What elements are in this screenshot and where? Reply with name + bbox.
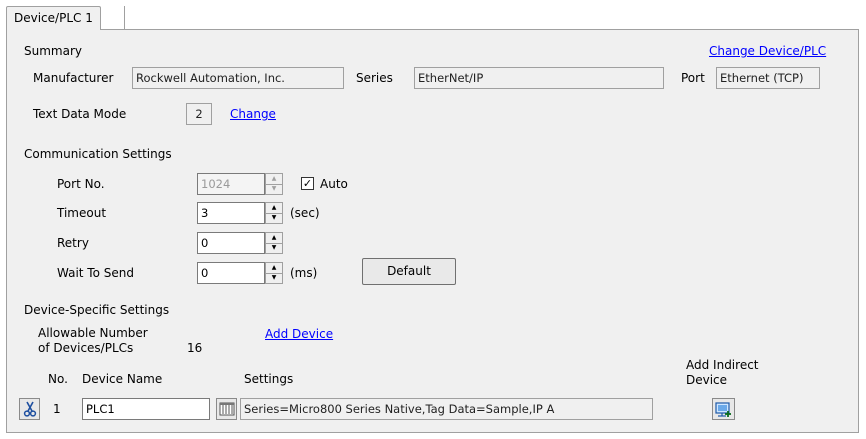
timeout-unit: (sec): [290, 206, 320, 220]
text-data-mode-change-link[interactable]: Change: [230, 107, 276, 121]
summary-heading: Summary: [24, 44, 82, 58]
wait-to-send-input[interactable]: 0: [197, 262, 265, 284]
wait-to-send-label: Wait To Send: [57, 266, 134, 280]
retry-stepper[interactable]: ▲ ▼: [265, 232, 283, 254]
tab-label: Device/PLC 1: [14, 11, 93, 25]
port-label: Port: [681, 71, 705, 85]
delete-device-button[interactable]: [19, 398, 40, 420]
change-device-plc-link[interactable]: Change Device/PLC: [709, 44, 826, 58]
port-no-label: Port No.: [57, 177, 105, 191]
chevron-down-icon: ▼: [266, 242, 282, 254]
text-data-mode-field: 2: [186, 103, 212, 125]
port-no-input[interactable]: 1024: [197, 173, 265, 195]
chevron-up-icon: ▲: [271, 233, 277, 241]
timeout-label: Timeout: [57, 206, 107, 220]
wait-to-send-stepper[interactable]: ▲ ▼: [265, 262, 283, 284]
wait-to-send-unit: (ms): [290, 266, 318, 280]
column-header-settings: Settings: [244, 372, 294, 386]
timeout-stepper[interactable]: ▲ ▼: [265, 202, 283, 224]
manufacturer-field: Rockwell Automation, Inc.: [132, 67, 344, 89]
device-row-number: 1: [53, 402, 61, 416]
series-label: Series: [356, 71, 393, 85]
add-device-link[interactable]: Add Device: [265, 327, 333, 341]
allowable-number-line2: of Devices/PLCs: [38, 341, 134, 355]
device-settings-field: Series=Micro800 Series Native,Tag Data=S…: [240, 398, 653, 420]
port-no-stepper[interactable]: ▲ ▼: [265, 173, 283, 195]
auto-checkbox[interactable]: ✓: [301, 177, 314, 190]
default-button[interactable]: Default: [362, 258, 456, 285]
retry-input[interactable]: 0: [197, 232, 265, 254]
device-settings-button[interactable]: [216, 398, 237, 420]
timeout-input[interactable]: 3: [197, 202, 265, 224]
retry-label: Retry: [57, 236, 89, 250]
series-field: EtherNet/IP: [414, 67, 664, 89]
chevron-up-icon: ▲: [271, 203, 277, 211]
chevron-down-icon: ▼: [266, 183, 282, 195]
port-field: Ethernet (TCP): [716, 67, 820, 89]
manufacturer-label: Manufacturer: [33, 71, 114, 85]
allowable-number-value: 16: [187, 341, 203, 355]
chevron-down-icon: ▼: [266, 212, 282, 224]
checkmark-icon: ✓: [302, 177, 313, 190]
auto-label: Auto: [320, 177, 348, 191]
add-indirect-line1: Add Indirect: [686, 358, 759, 372]
device-name-input[interactable]: PLC1: [82, 398, 210, 420]
tab-divider: [124, 6, 125, 30]
chevron-up-icon: ▲: [271, 174, 277, 182]
settings-grid-icon: [219, 402, 234, 416]
chevron-up-icon: ▲: [271, 263, 277, 271]
scissors-icon: [23, 401, 36, 417]
text-data-mode-label: Text Data Mode: [33, 107, 127, 121]
column-header-no: No.: [48, 372, 68, 386]
communication-settings-heading: Communication Settings: [24, 147, 172, 161]
column-header-device-name: Device Name: [82, 372, 163, 386]
add-indirect-device-icon: [715, 401, 731, 417]
add-indirect-device-label: Add Indirect Device: [686, 358, 759, 388]
add-indirect-line2: Device: [686, 373, 728, 387]
tab-device-plc-1[interactable]: Device/PLC 1: [6, 6, 101, 30]
allowable-number-label: Allowable Number of Devices/PLCs: [38, 326, 148, 356]
device-specific-settings-heading: Device-Specific Settings: [24, 303, 170, 317]
add-indirect-device-button[interactable]: [712, 398, 735, 420]
chevron-down-icon: ▼: [266, 272, 282, 284]
tab-strip: [0, 0, 866, 30]
allowable-number-line1: Allowable Number: [38, 326, 148, 340]
